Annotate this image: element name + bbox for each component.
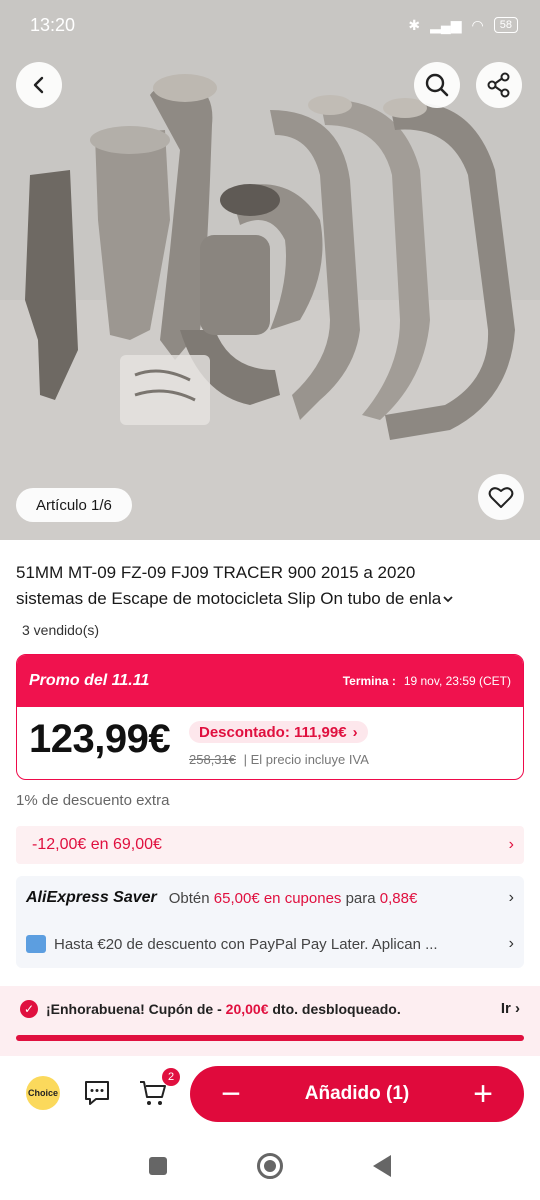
decrease-quantity-button[interactable]: − <box>214 1077 248 1111</box>
saver-prefix: Obtén <box>168 889 210 907</box>
recents-icon[interactable] <box>149 1157 167 1175</box>
heart-icon <box>488 487 514 508</box>
sold-count: 3 vendido(s) <box>22 622 100 638</box>
promo-title: Promo del 11.11 <box>29 672 150 689</box>
back-button[interactable] <box>16 62 62 108</box>
wifi-icon: ◠ <box>471 16 484 33</box>
extra-discount: 1% de descuento extra <box>16 792 170 809</box>
congrats-prefix: ¡Enhorabuena! Cupón de - <box>46 1001 222 1017</box>
paypal-icon <box>26 935 46 953</box>
old-price-row: 258,31€ | El precio incluye IVA <box>189 752 369 767</box>
search-button[interactable] <box>414 62 460 108</box>
chevron-left-icon <box>33 76 44 94</box>
promo-header: Promo del 11.11 Termina : 19 nov, 23:59 (… <box>17 655 523 707</box>
increase-quantity-button[interactable]: + <box>466 1077 500 1111</box>
coupon-progress-bar <box>16 1035 524 1041</box>
coupon-unlocked-banner[interactable]: ✓ ¡Enhorabuena! Cupón de - 20,00€ dto. d… <box>0 986 540 1056</box>
chat-icon[interactable] <box>82 1078 112 1108</box>
discount-text: Descontado: 111,99€ <box>199 723 347 741</box>
current-price: 123,99€ <box>29 717 171 761</box>
back-triangle-icon[interactable] <box>373 1155 391 1177</box>
promo-box[interactable]: Promo del 11.11 Termina : 19 nov, 23:59 (… <box>16 654 524 780</box>
share-icon <box>487 72 510 98</box>
gallery-counter: Artículo 1/6 <box>16 488 132 522</box>
promo-ends: Termina : 19 nov, 23:59 (CET) <box>343 674 511 688</box>
saver-row[interactable]: AliExpress Saver Obtén 65,00€ en cupones… <box>16 876 524 920</box>
status-bar: 13:20 ✱ ▂▄▆ ◠ 58 <box>0 0 540 50</box>
chevron-right-icon: › <box>508 935 514 952</box>
promo-body: 123,99€ Descontado: 111,99€ › 258,31€ | … <box>17 707 523 779</box>
discount-pill[interactable]: Descontado: 111,99€ › <box>189 721 368 743</box>
promo-ends-value: 19 nov, 23:59 (CET) <box>403 674 511 688</box>
saver-brand: AliExpress Saver <box>26 889 157 906</box>
coupon-row[interactable]: -12,00€ en 69,00€ › <box>16 826 524 864</box>
bluetooth-icon: ✱ <box>408 16 421 33</box>
product-title-line2-row: sistemas de Escape de motocicleta Slip O… <box>16 586 520 612</box>
search-icon <box>425 73 449 97</box>
chevron-right-icon: › <box>508 836 514 853</box>
promo-ends-label: Termina : <box>342 674 396 688</box>
signal-icon: ▂▄▆ <box>430 16 462 33</box>
coupon-text: -12,00€ en 69,00€ <box>32 836 162 853</box>
chevron-down-icon[interactable] <box>441 592 455 606</box>
bottom-action-bar: Choice 2 − Añadido (1) + <box>0 1056 540 1132</box>
saver-box: AliExpress Saver Obtén 65,00€ en cupones… <box>16 876 524 968</box>
status-icons: ✱ ▂▄▆ ◠ 58 <box>408 17 518 34</box>
choice-badge[interactable]: Choice <box>26 1076 60 1110</box>
tax-note: | El precio incluye IVA <box>243 752 369 767</box>
saver-middle: para <box>345 889 376 907</box>
cart-count-badge: 2 <box>162 1068 180 1086</box>
product-title-line2: sistemas de Escape de motocicleta Slip O… <box>16 589 442 608</box>
congrats-text: ✓ ¡Enhorabuena! Cupón de - 20,00€ dto. d… <box>20 1000 401 1018</box>
chevron-right-icon: › <box>352 723 358 741</box>
saver-price: 0,88€ <box>379 889 418 907</box>
check-icon: ✓ <box>20 1000 38 1018</box>
paypal-text: Hasta €20 de descuento con PayPal Pay La… <box>54 935 438 953</box>
status-time: 13:20 <box>30 14 76 35</box>
home-icon[interactable] <box>257 1153 283 1179</box>
system-nav-bar <box>0 1132 540 1200</box>
product-image-gallery[interactable]: 13:20 ✱ ▂▄▆ ◠ 58 Artículo 1/6 <box>0 0 540 540</box>
chevron-right-icon: › <box>508 889 514 906</box>
go-label: Ir <box>500 1000 511 1017</box>
paypal-row[interactable]: Hasta €20 de descuento con PayPal Pay La… <box>16 922 524 966</box>
saver-amount: 65,00€ en cupones <box>213 889 342 907</box>
coupon-progress-fill <box>16 1035 524 1041</box>
congrats-amount: 20,00€ <box>225 1001 269 1017</box>
battery-indicator: 58 <box>493 17 518 33</box>
congrats-suffix: dto. desbloqueado. <box>272 1001 401 1017</box>
old-price: 258,31€ <box>189 752 236 767</box>
quantity-control: − Añadido (1) + <box>190 1066 524 1122</box>
product-title[interactable]: 51MM MT-09 FZ-09 FJ09 TRACER 900 2015 a … <box>16 560 520 612</box>
go-link[interactable]: Ir › <box>501 1000 520 1017</box>
wishlist-button[interactable] <box>478 474 524 520</box>
share-button[interactable] <box>476 62 522 108</box>
product-title-line1: 51MM MT-09 FZ-09 FJ09 TRACER 900 2015 a … <box>16 563 416 582</box>
added-label: Añadido (1) <box>304 1083 410 1104</box>
